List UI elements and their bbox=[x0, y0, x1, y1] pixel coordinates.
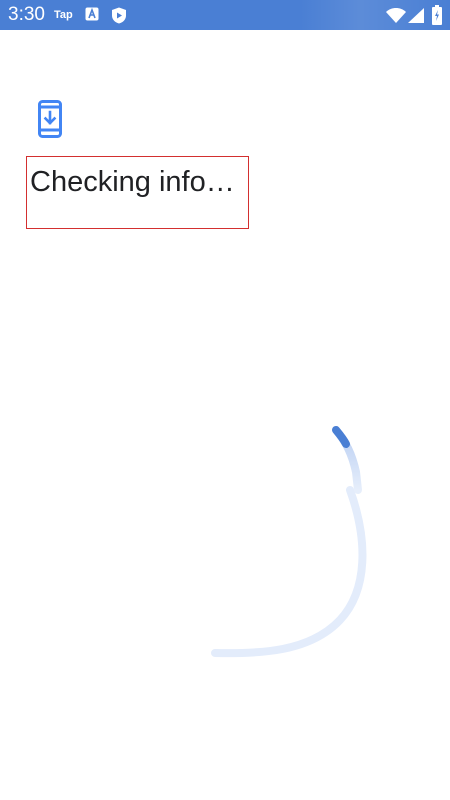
battery-icon bbox=[432, 5, 448, 25]
status-app-label: Tap bbox=[54, 9, 73, 21]
accessibility-a-icon bbox=[85, 7, 101, 23]
status-bar: 3:30 Tap bbox=[0, 0, 450, 30]
loading-spinner bbox=[190, 400, 410, 680]
status-time: 3:30 bbox=[8, 4, 45, 25]
signal-icon bbox=[408, 8, 424, 24]
status-bar-stripe bbox=[300, 0, 450, 30]
phone-download-icon bbox=[38, 100, 62, 140]
wifi-icon bbox=[386, 8, 406, 24]
status-heading: Checking info… bbox=[30, 166, 235, 198]
play-shield-icon bbox=[111, 7, 127, 24]
